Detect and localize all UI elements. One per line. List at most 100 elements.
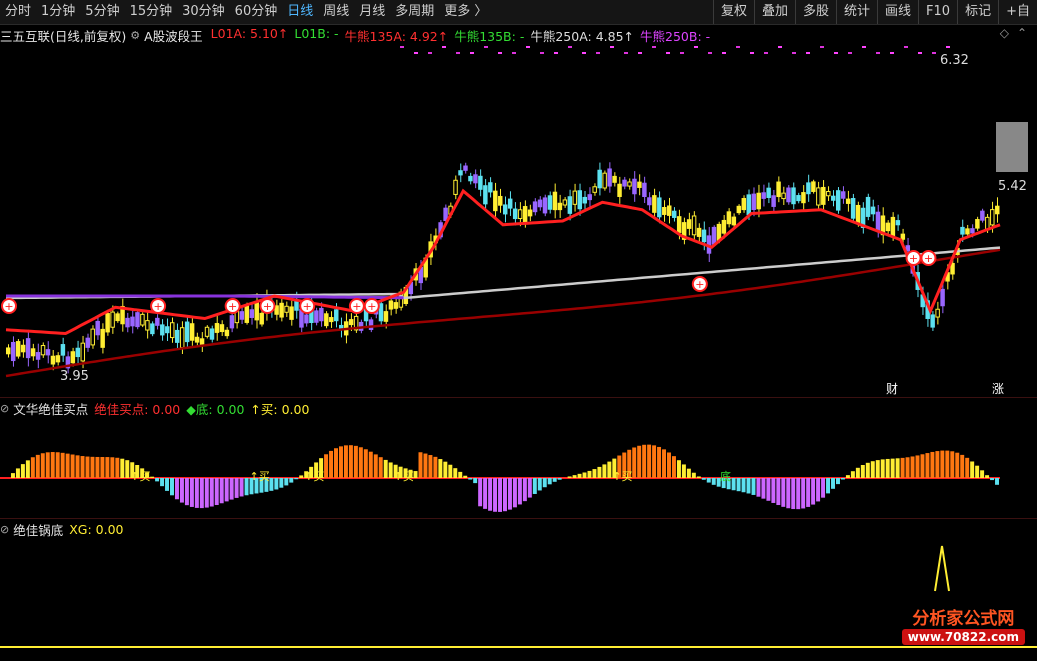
candle-body: [587, 194, 592, 201]
candle-body: [791, 187, 796, 205]
histogram-bar: [975, 465, 980, 478]
candle-body: [975, 219, 980, 229]
candle-body: [875, 211, 881, 231]
candle-body: [274, 305, 279, 315]
toolbar-action-button[interactable]: 复权: [712, 0, 754, 24]
histogram-bar: [736, 478, 741, 492]
buy-signal-histogram[interactable]: ↑买 ↑买 ↑买 ↑买 ↑买 底: [0, 400, 1037, 518]
period-tab[interactable]: 多周期: [390, 0, 439, 24]
histogram-bar: [453, 468, 458, 478]
candle-body: [463, 165, 468, 171]
toolbar-action-button[interactable]: 多股: [795, 0, 836, 24]
buy-marker-icon: +: [352, 300, 361, 313]
signal-dot: [932, 52, 936, 54]
watermark: 分析家公式网 www.70822.com: [901, 604, 1025, 645]
histogram-bar: [488, 478, 493, 511]
histogram-bar: [35, 454, 40, 478]
histogram-bar: [274, 478, 279, 490]
candle-body: [10, 341, 16, 362]
toolbar-action-button[interactable]: +自: [998, 0, 1037, 24]
histogram-bar: [15, 468, 20, 478]
histogram-bar: [771, 478, 776, 503]
period-tab[interactable]: 周线: [318, 0, 354, 24]
candle-body: [935, 308, 940, 318]
candle-body: [721, 219, 727, 234]
period-tab[interactable]: 分时: [0, 0, 36, 24]
candle-body: [597, 169, 602, 189]
histogram-bar: [85, 456, 90, 478]
candle-body: [870, 206, 876, 215]
period-tab[interactable]: 60分钟: [230, 0, 283, 24]
signal-dot: [442, 46, 446, 48]
histogram-bar: [766, 478, 771, 501]
period-tab[interactable]: 更多 〉: [439, 0, 492, 24]
histogram-bar: [701, 478, 706, 480]
histogram-bar: [483, 478, 488, 509]
histogram-bar: [20, 464, 25, 478]
signal-dot: [918, 52, 922, 54]
histogram-bar: [493, 478, 498, 512]
candle-body: [801, 192, 806, 204]
candle-body: [498, 195, 503, 206]
period-tab[interactable]: 日线: [282, 0, 318, 24]
histogram-bar: [219, 478, 224, 504]
candle-body: [229, 315, 235, 329]
candle-body: [140, 313, 145, 326]
candle-body: [671, 210, 677, 218]
period-tab[interactable]: 1分钟: [36, 0, 80, 24]
candle-body: [816, 187, 821, 206]
candle-body: [845, 198, 851, 204]
candle-body: [960, 226, 965, 235]
candle-body: [731, 216, 737, 226]
candle-body: [388, 300, 394, 310]
toolbar-action-button[interactable]: 统计: [836, 0, 877, 24]
period-tab[interactable]: 30分钟: [177, 0, 230, 24]
histogram-bar: [150, 476, 155, 478]
histogram-bar: [850, 471, 855, 478]
histogram-bar: [184, 478, 189, 506]
signal-dot: [876, 52, 880, 54]
candle-body: [75, 347, 81, 358]
histogram-bar: [224, 478, 229, 502]
histogram-bar: [80, 456, 85, 478]
histogram-bar: [960, 454, 965, 478]
toolbar-action-button[interactable]: 叠加: [753, 0, 795, 24]
signal-dot: [652, 46, 656, 48]
toolbar-action-button[interactable]: 标记: [957, 0, 998, 24]
histogram-bar: [30, 457, 35, 478]
histogram-bar: [676, 460, 681, 478]
candle-body: [204, 326, 210, 337]
candle-body: [259, 312, 264, 325]
signal-dot: [540, 52, 544, 54]
histogram-bar: [671, 456, 676, 478]
candle-body: [20, 344, 26, 353]
histogram-bar: [358, 447, 363, 478]
histogram-bar: [806, 478, 811, 507]
histogram-bar: [473, 478, 478, 484]
period-tab[interactable]: 5分钟: [80, 0, 124, 24]
histogram-bar: [706, 478, 711, 483]
signal-dot: [428, 52, 432, 54]
toolbar-action-button[interactable]: F10: [918, 0, 957, 24]
candle-body: [304, 314, 309, 324]
buy-signal-label: ↑买: [130, 470, 150, 483]
candlestick-chart[interactable]: + + + + + + + + + +3.95 6.32 5.42 财 涨: [0, 26, 1037, 398]
candle-body: [110, 311, 115, 328]
candle-body: [642, 182, 647, 198]
histogram-bar: [965, 457, 970, 478]
histogram-bar: [995, 478, 999, 485]
candle-body: [602, 172, 607, 189]
histogram-bar: [746, 478, 751, 494]
histogram-bar: [572, 475, 577, 478]
period-tab[interactable]: 15分钟: [125, 0, 178, 24]
histogram-bar: [602, 464, 607, 478]
histogram-bar: [174, 478, 179, 500]
rise-tag: 涨: [992, 381, 1004, 396]
toolbar-action-button[interactable]: 画线: [877, 0, 918, 24]
period-tab[interactable]: 月线: [354, 0, 390, 24]
signal-dot: [400, 46, 404, 48]
pot-bottom-signal[interactable]: [0, 521, 1037, 651]
histogram-bar: [527, 478, 532, 498]
histogram-bar: [652, 445, 657, 478]
candle-body: [617, 183, 622, 197]
